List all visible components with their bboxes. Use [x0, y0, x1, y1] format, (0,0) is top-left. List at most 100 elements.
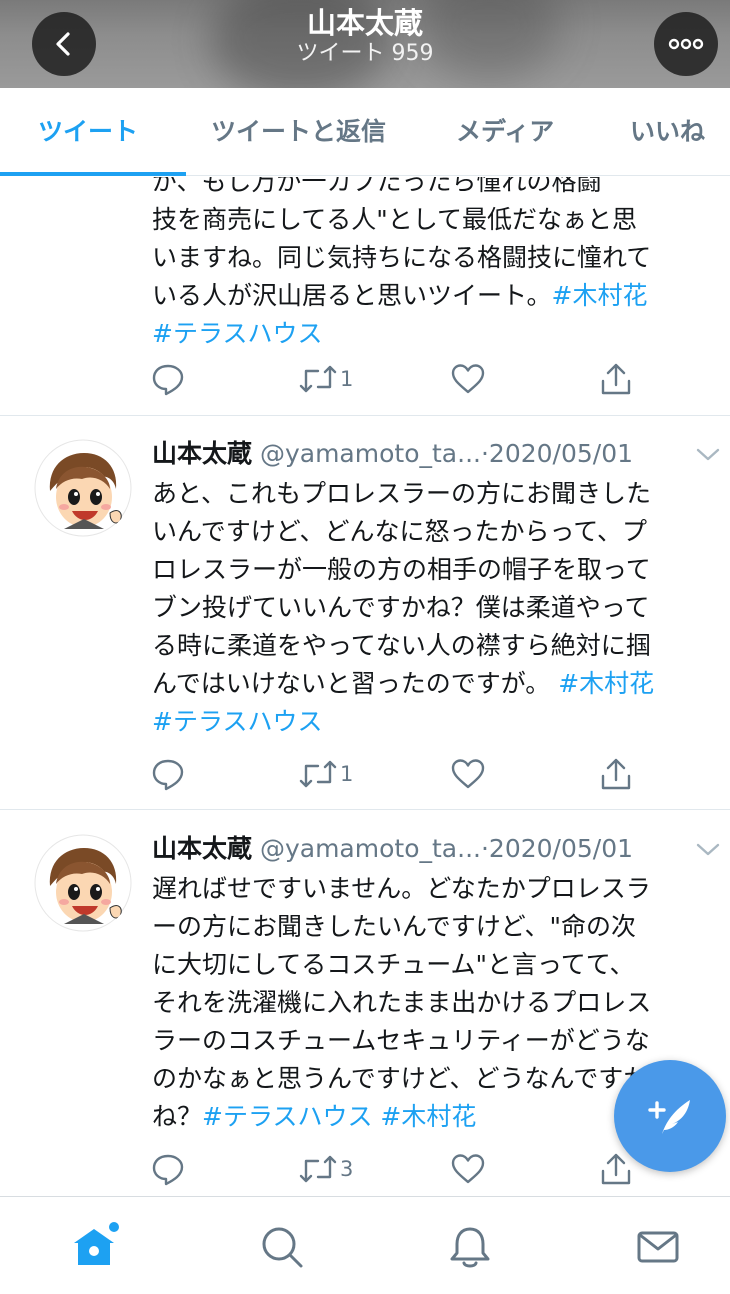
- compose-tweet-button[interactable]: [614, 1060, 726, 1172]
- tweet-count: ツイート 959: [296, 41, 434, 66]
- nav-notifications[interactable]: [440, 1217, 500, 1277]
- tweet-text-line: に大切にしてるコスチューム"と言ってて、: [152, 946, 718, 984]
- more-icon: [668, 38, 704, 50]
- retweet-count: 1: [340, 762, 354, 786]
- avatar[interactable]: [34, 834, 132, 932]
- avatar-cartoon-image: [34, 834, 132, 932]
- tweet-text-segment: ブン投げていいんですかね？僕は柔道やって: [152, 593, 650, 622]
- heart-icon: [451, 1154, 485, 1184]
- hashtag-link[interactable]: #テラスハウス: [202, 1102, 372, 1131]
- reply-button[interactable]: [150, 359, 186, 399]
- reply-icon: [152, 759, 184, 791]
- tweet-actions: 1: [150, 754, 650, 794]
- like-button[interactable]: [450, 754, 486, 794]
- nav-search[interactable]: [252, 1217, 312, 1277]
- tweet-text-segment: に大切にしてるコスチューム"と言ってて、: [152, 950, 635, 979]
- tweet-actions: 1: [150, 359, 650, 399]
- reply-button[interactable]: [150, 1149, 186, 1189]
- display-name[interactable]: 山本太蔵: [152, 834, 252, 863]
- tweet-text-segment: 技を商売にしてる人"として最低だなぁと思: [152, 205, 638, 234]
- tweet-text-segment: たったら憧れの: [376, 177, 552, 196]
- nav-messages[interactable]: [628, 1217, 688, 1277]
- tweet-text-segment: いる人が沢山居ると思いツイート。: [152, 281, 552, 310]
- tweet-text-line: ラーのコスチュームセキュリティーがどうな: [152, 1022, 718, 1060]
- tweet-text-line: いますね。同じ気持ちになる格闘技に憧れて: [152, 239, 718, 277]
- tweet-text-segment: ラーのコスチュームセキュリティーがどうな: [152, 1026, 650, 1055]
- tweet-text-segment: ーの方にお聞きしたいんですけど、"命の次: [152, 912, 637, 941]
- divider: [0, 809, 730, 810]
- tweet-text-segment: んではいけないと習ったのですが。: [152, 669, 559, 698]
- tweet-text-segment: いますね。同じ気持ちになる格闘技に憧れて: [152, 243, 652, 272]
- mail-icon: [637, 1231, 679, 1263]
- hashtag-link[interactable]: #木村花: [380, 1102, 476, 1131]
- avatar-cartoon-image: [34, 439, 132, 537]
- tweet-text-segment: あと、これもプロレスラーの方にお聞きした: [152, 479, 652, 508]
- share-icon: [601, 758, 631, 790]
- heart-icon: [451, 759, 485, 789]
- tweet-header: 山本太蔵 @yamamoto_ta...·2020/05/01: [152, 439, 634, 468]
- tweet-text-segment: ロレスラーが一般の方の相手の帽子を取って: [152, 555, 651, 584]
- like-button[interactable]: [450, 1149, 486, 1189]
- tweet-text: あと、これもプロレスラーの方にお聞きした いんですけど、どんなに怒ったからって、プ…: [152, 475, 718, 741]
- chevron-down-icon[interactable]: [694, 445, 722, 465]
- hashtag-link[interactable]: #テラスハウス: [152, 319, 322, 348]
- profile-header: 山本太蔵 ツイート 959: [0, 0, 730, 88]
- share-button[interactable]: [598, 754, 634, 794]
- tweet-text-line: が、もし万が一カブたったら憧れの格闘: [152, 177, 718, 201]
- tweet-text-segment: 格闘: [551, 177, 602, 196]
- share-icon: [601, 363, 631, 395]
- tab-media[interactable]: メディア: [456, 88, 554, 176]
- tweet-text-line: #テラスハウス: [152, 315, 718, 353]
- display-name[interactable]: 山本太蔵: [152, 439, 252, 468]
- tweet-text-segment: る時に柔道をやってない人の襟すら絶対に掴: [152, 631, 651, 660]
- tweet-text-segment: それを洗濯機に入れたまま出かけるプロレス: [152, 988, 652, 1017]
- tab-tweets-and-replies[interactable]: ツイートと返信: [211, 88, 386, 176]
- reply-button[interactable]: [150, 754, 186, 794]
- tab-likes[interactable]: いいね: [630, 88, 705, 176]
- handle[interactable]: @yamamoto_ta...: [260, 439, 481, 468]
- tweet-text-segment: が、もし万が一カブ: [152, 177, 377, 196]
- divider: [0, 415, 730, 416]
- tweet-text-line: ーの方にお聞きしたいんですけど、"命の次: [152, 908, 718, 946]
- tweet-date[interactable]: 2020/05/01: [489, 439, 633, 468]
- home-icon: [74, 1222, 119, 1265]
- tweet-text-line: いんですけど、どんなに怒ったからって、プ: [152, 513, 718, 551]
- tweet-date[interactable]: 2020/05/01: [489, 834, 633, 863]
- hashtag-link[interactable]: #テラスハウス: [152, 707, 322, 736]
- retweet-icon: [299, 365, 337, 393]
- share-button[interactable]: [598, 359, 634, 399]
- tweet-text-line: いる人が沢山居ると思いツイート。#木村花: [152, 277, 718, 315]
- handle[interactable]: @yamamoto_ta...: [260, 834, 481, 863]
- bottom-tab-bar: [0, 1196, 730, 1294]
- tweet-text-line: ロレスラーが一般の方の相手の帽子を取って: [152, 551, 718, 589]
- chevron-down-icon[interactable]: [694, 840, 722, 860]
- tweet-text-segment: いんですけど、どんなに怒ったからって、プ: [152, 517, 648, 546]
- retweet-count: 3: [340, 1157, 354, 1181]
- bell-icon: [450, 1227, 490, 1268]
- compose-tweet-icon: [648, 1100, 690, 1134]
- tweet-text-line: それを洗濯機に入れたまま出かけるプロレス: [152, 984, 718, 1022]
- avatar[interactable]: [34, 439, 132, 537]
- timeline[interactable]: が、もし万が一カブたったら憧れの格闘技を商売にしてる人"として最低だなぁと思 いま…: [0, 177, 730, 1197]
- more-button[interactable]: [654, 12, 718, 76]
- tweet-actions: 3: [150, 1149, 650, 1189]
- search-icon: [262, 1227, 303, 1268]
- share-icon: [601, 1153, 631, 1185]
- nav-home[interactable]: [64, 1217, 124, 1277]
- like-button[interactable]: [450, 359, 486, 399]
- tab-tweets[interactable]: ツイート: [38, 88, 138, 176]
- retweet-button[interactable]: 1: [298, 359, 353, 399]
- share-button[interactable]: [598, 1149, 634, 1189]
- retweet-button[interactable]: 3: [298, 1149, 353, 1189]
- reply-icon: [152, 364, 184, 396]
- tweet-text-line: 遅ればせですいません。どなたかプロレスラ: [152, 870, 718, 908]
- active-tab-indicator: [0, 172, 186, 176]
- hashtag-link[interactable]: #木村花: [558, 669, 654, 698]
- tweet-text-line: あと、これもプロレスラーの方にお聞きした: [152, 475, 718, 513]
- heart-icon: [451, 364, 485, 394]
- profile-name-title: 山本太蔵: [306, 6, 423, 40]
- retweet-button[interactable]: 1: [298, 754, 353, 794]
- hashtag-link[interactable]: #木村花: [552, 281, 648, 310]
- tweet-text-segment: ね？: [152, 1102, 203, 1131]
- tweet-text-line: んではいけないと習ったのですが。 #木村花: [152, 665, 718, 703]
